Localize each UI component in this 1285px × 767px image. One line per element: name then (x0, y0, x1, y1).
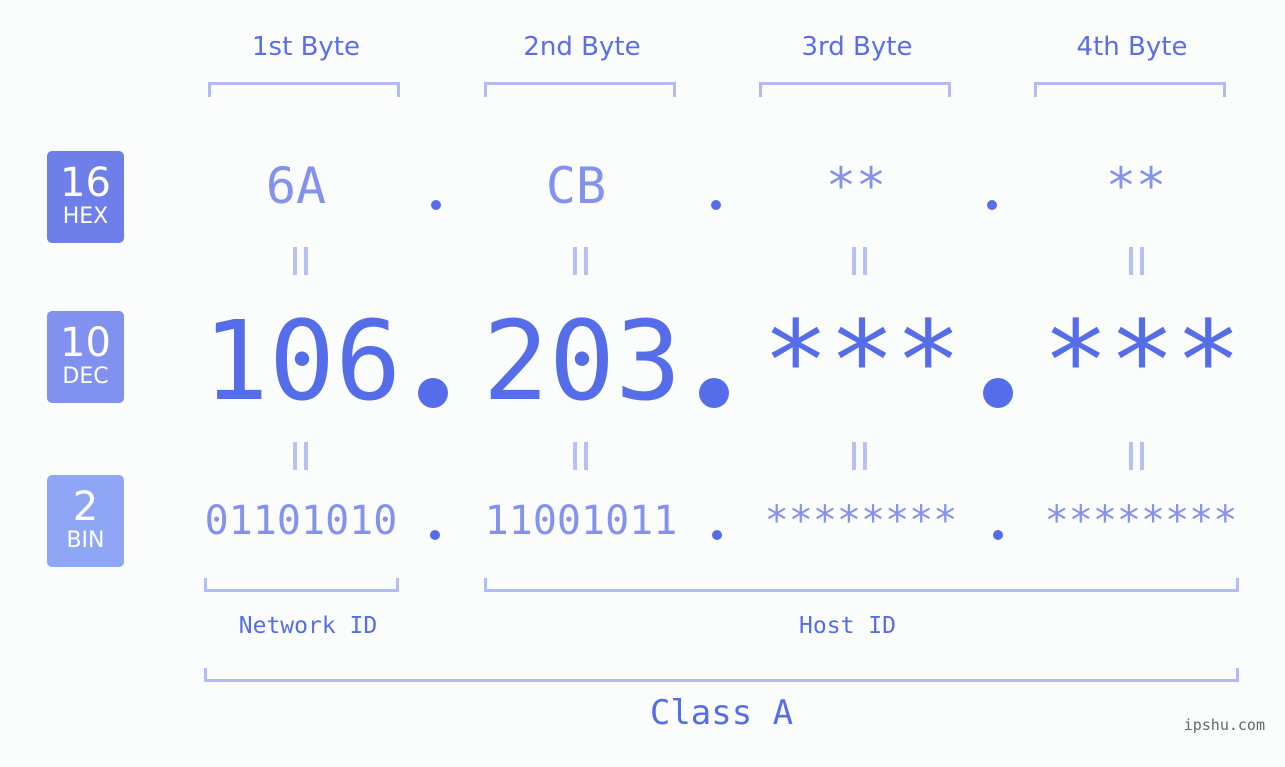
byte-header-3: 3rd Byte (801, 32, 913, 62)
equals-icon (851, 442, 867, 470)
hex-byte-3: ** (825, 157, 887, 215)
hex-dot-2 (711, 200, 721, 210)
dec-dot-1 (418, 378, 448, 408)
bin-badge: 2 BIN (47, 475, 124, 567)
hex-byte-4: ** (1105, 157, 1167, 215)
equals-icon (572, 247, 588, 275)
dec-badge: 10 DEC (47, 311, 124, 403)
hex-badge-number: 16 (60, 160, 111, 206)
equals-icon (292, 247, 308, 275)
byte-header-1: 1st Byte (252, 32, 360, 62)
dec-badge-number: 10 (60, 320, 111, 366)
network-id-label: Network ID (238, 613, 378, 639)
equals-icon (572, 442, 588, 470)
bin-dot-1 (430, 530, 440, 540)
bin-dot-3 (993, 530, 1003, 540)
dec-byte-4: *** (1042, 297, 1242, 425)
byte-bracket-3 (759, 82, 951, 97)
dec-byte-3: *** (762, 297, 962, 425)
byte-header-2: 2nd Byte (523, 32, 641, 62)
bin-badge-number: 2 (72, 484, 99, 530)
equals-icon (1128, 247, 1144, 275)
bin-badge-label: BIN (66, 528, 105, 553)
host-id-label: Host ID (799, 613, 896, 639)
class-label: Class A (649, 693, 794, 733)
host-id-bracket (484, 578, 1239, 592)
watermark: ipshu.com (1183, 716, 1265, 734)
bin-byte-4: ******** (1044, 498, 1238, 544)
dec-byte-1: 106 (202, 297, 402, 425)
network-id-bracket (204, 578, 399, 592)
hex-badge: 16 HEX (47, 151, 124, 243)
hex-dot-1 (431, 200, 441, 210)
bin-dot-2 (712, 530, 722, 540)
hex-badge-label: HEX (62, 204, 109, 229)
bin-byte-2: 11001011 (484, 498, 678, 544)
dec-dot-3 (983, 378, 1013, 408)
equals-icon (1128, 442, 1144, 470)
equals-icon (851, 247, 867, 275)
equals-icon (292, 442, 308, 470)
hex-byte-1: 6A (265, 157, 327, 215)
dec-byte-2: 203 (482, 297, 682, 425)
bin-byte-3: ******** (764, 498, 958, 544)
byte-bracket-2 (484, 82, 676, 97)
byte-bracket-1 (208, 82, 400, 97)
dec-dot-2 (699, 378, 729, 408)
class-bracket (204, 668, 1239, 682)
byte-bracket-4 (1034, 82, 1226, 97)
byte-header-4: 4th Byte (1076, 32, 1188, 62)
bin-byte-1: 01101010 (204, 498, 398, 544)
hex-dot-3 (987, 200, 997, 210)
hex-byte-2: CB (545, 157, 607, 215)
dec-badge-label: DEC (62, 364, 109, 389)
